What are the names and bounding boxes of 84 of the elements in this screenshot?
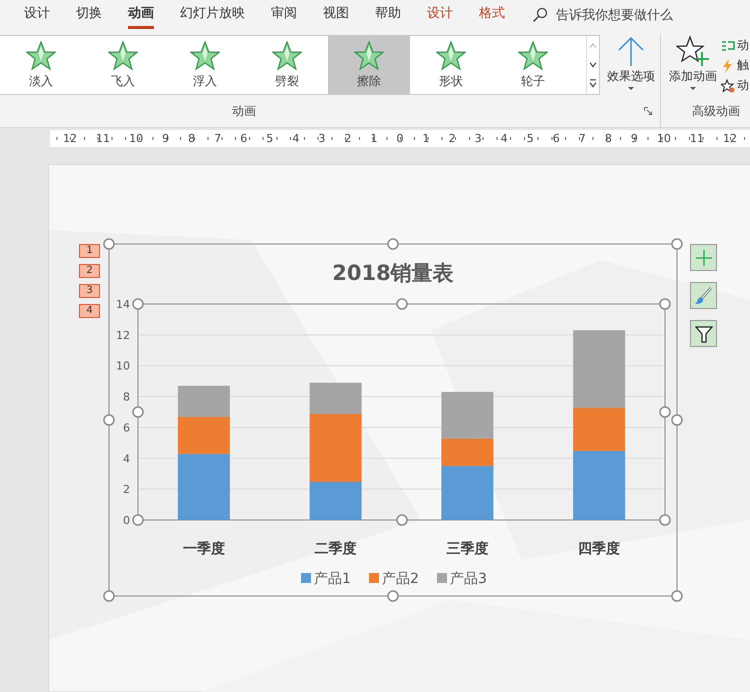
animation-order-tag[interactable]: 3 bbox=[79, 284, 100, 298]
star-plus-icon bbox=[676, 35, 710, 67]
resize-handle[interactable] bbox=[103, 590, 115, 602]
star-icon bbox=[436, 40, 466, 70]
star-icon bbox=[354, 40, 384, 70]
advanced-animation-item[interactable]: 动 bbox=[721, 37, 749, 54]
axis-label: 10 bbox=[116, 360, 130, 373]
animation-order-tag[interactable]: 4 bbox=[79, 304, 100, 318]
resize-handle[interactable] bbox=[132, 298, 144, 310]
animation-option[interactable]: 形状 bbox=[410, 36, 492, 94]
effect-options-button[interactable]: 效果选项 bbox=[605, 35, 657, 101]
group-label: 高级动画 bbox=[692, 102, 740, 120]
category-label: 四季度 bbox=[578, 541, 620, 557]
group-label: 动画 bbox=[232, 102, 256, 120]
pane-icon bbox=[721, 38, 735, 52]
resize-handle[interactable] bbox=[659, 514, 671, 526]
animation-order-tag[interactable]: 1 bbox=[79, 244, 100, 258]
category-label: 三季度 bbox=[446, 541, 488, 557]
ruler-scale: 12 11 10 9 8 7 6 5 4 3 2 1 0 1 2 3 4 5 6 7 8 9 10 11 12 bbox=[63, 131, 737, 147]
axis-label: 4 bbox=[123, 452, 130, 466]
bar bbox=[178, 386, 230, 417]
funnel-icon bbox=[694, 324, 712, 342]
resize-handle[interactable] bbox=[671, 590, 683, 602]
resize-handle[interactable] bbox=[671, 414, 683, 426]
star-icon bbox=[26, 40, 56, 70]
chart-styles-button[interactable] bbox=[690, 282, 717, 309]
animation-order-tag[interactable]: 2 bbox=[79, 264, 100, 278]
chart-elements-button[interactable] bbox=[690, 244, 717, 271]
axis-label: 2 bbox=[123, 483, 130, 496]
axis-label: 8 bbox=[123, 390, 130, 404]
ribbon-tab[interactable]: 切换 bbox=[63, 0, 115, 30]
ribbon-tab[interactable]: 审阅 bbox=[258, 0, 310, 30]
legend-label: 产品2 bbox=[382, 571, 419, 587]
resize-handle[interactable] bbox=[132, 406, 144, 418]
ribbon-tab[interactable]: 幻灯片放映 bbox=[167, 0, 258, 30]
resize-handle[interactable] bbox=[671, 238, 683, 250]
search-icon[interactable] bbox=[532, 7, 548, 23]
star-icon bbox=[518, 40, 548, 70]
resize-handle[interactable] bbox=[659, 298, 671, 310]
resize-handle[interactable] bbox=[103, 238, 115, 250]
resize-handle[interactable] bbox=[659, 406, 671, 418]
animation-option[interactable]: 浮入 bbox=[164, 36, 246, 94]
axis-label: 12 bbox=[116, 328, 130, 342]
add-animation-button[interactable]: 添加动画 bbox=[665, 35, 721, 101]
resize-handle[interactable] bbox=[387, 590, 399, 602]
animation-option[interactable]: 轮子 bbox=[492, 36, 574, 94]
resize-handle[interactable] bbox=[396, 514, 408, 526]
star-icon bbox=[190, 40, 220, 70]
category-label: 二季度 bbox=[314, 541, 357, 557]
legend-label: 产品1 bbox=[314, 571, 351, 587]
star-brush-icon bbox=[721, 78, 735, 92]
ribbon-tab[interactable]: 视图 bbox=[310, 0, 362, 30]
chart-filters-button[interactable] bbox=[690, 320, 717, 347]
resize-handle[interactable] bbox=[387, 238, 399, 250]
ribbon-tab[interactable]: 动画 bbox=[115, 0, 167, 30]
category-label: 一季度 bbox=[182, 541, 225, 557]
plus-icon bbox=[694, 248, 712, 266]
animation-option[interactable]: 劈裂 bbox=[246, 36, 328, 94]
resize-handle[interactable] bbox=[396, 298, 408, 310]
lightning-icon bbox=[721, 58, 735, 72]
resize-handle[interactable] bbox=[132, 514, 144, 526]
animation-option[interactable]: 擦除 bbox=[328, 36, 410, 94]
caret-icon bbox=[627, 86, 635, 91]
animation-option[interactable]: 淡入 bbox=[0, 36, 82, 94]
animation-option[interactable]: 飞入 bbox=[82, 36, 164, 94]
resize-handle[interactable] bbox=[103, 414, 115, 426]
brush-icon bbox=[694, 286, 712, 304]
ribbon-tab[interactable]: 帮助 bbox=[362, 0, 414, 30]
caret-icon bbox=[689, 86, 697, 91]
star-icon bbox=[272, 40, 302, 70]
ribbon-tab[interactable]: 设计 bbox=[11, 0, 63, 30]
axis-label: 0 bbox=[123, 514, 130, 527]
ribbon-tab[interactable]: 设计 bbox=[414, 0, 466, 30]
arrow-up-icon bbox=[616, 35, 646, 67]
chart-title: 2018销量表 bbox=[332, 261, 454, 285]
advanced-animation-item[interactable]: 触 bbox=[721, 57, 749, 74]
search-field[interactable]: 告诉我你想要做什么 bbox=[556, 8, 726, 22]
advanced-animation-item[interactable]: 动 bbox=[721, 77, 749, 94]
axis-label: 14 bbox=[116, 298, 130, 311]
dialog-launcher-icon[interactable] bbox=[644, 107, 652, 115]
ribbon-tab[interactable]: 格式 bbox=[466, 0, 518, 30]
legend-label: 产品3 bbox=[450, 571, 487, 587]
star-icon bbox=[108, 40, 138, 70]
axis-label: 6 bbox=[123, 421, 130, 434]
